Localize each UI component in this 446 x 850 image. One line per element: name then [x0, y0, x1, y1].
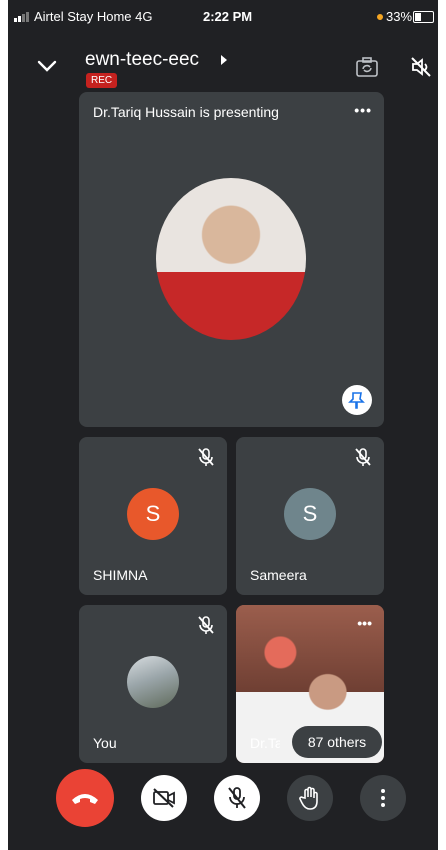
more-options-button[interactable]: [360, 775, 406, 821]
speaker-off-icon[interactable]: [409, 55, 433, 79]
presenter-avatar: [156, 178, 306, 340]
participant-tile[interactable]: S SHIMNA: [79, 437, 227, 595]
participant-name: Sameera: [250, 567, 307, 583]
battery-percent: 33%: [386, 9, 413, 24]
participant-name: Dr.Tariq Hussain: [250, 735, 280, 751]
low-power-indicator: [377, 14, 383, 20]
more-options-icon[interactable]: •••: [357, 615, 372, 631]
pin-icon: [348, 392, 365, 409]
mic-off-icon: [198, 616, 214, 634]
participant-name: SHIMNA: [93, 567, 148, 583]
camera-off-icon: [153, 788, 175, 808]
end-call-icon: [72, 794, 98, 804]
recording-badge: REC: [86, 73, 118, 88]
avatar: S: [284, 488, 336, 540]
pin-button[interactable]: [342, 385, 372, 415]
carrier-name: Airtel Stay Home 4G: [34, 9, 153, 24]
mic-off-icon: [355, 448, 371, 466]
self-tile[interactable]: You: [79, 605, 227, 763]
meet-screen: Airtel Stay Home 4G 2:22 PM 33% ewn-teec…: [8, 0, 438, 850]
status-bar: Airtel Stay Home 4G 2:22 PM 33%: [8, 0, 438, 34]
mic-off-icon: [198, 448, 214, 466]
battery-icon: [413, 11, 434, 23]
others-chip[interactable]: 87 others: [292, 726, 382, 758]
meeting-title[interactable]: ewn-teec-eec: [85, 49, 199, 71]
camera-toggle-button[interactable]: [141, 775, 187, 821]
participant-name: You: [93, 735, 117, 751]
signal-icon: [14, 12, 29, 22]
presenting-label: Dr.Tariq Hussain is presenting: [93, 104, 279, 120]
presenter-tile[interactable]: Dr.Tariq Hussain is presenting •••: [79, 92, 384, 427]
chevron-down-icon[interactable]: [36, 58, 58, 74]
more-vert-icon: [381, 789, 385, 807]
more-options-icon[interactable]: •••: [354, 102, 372, 118]
mic-off-icon: [228, 787, 246, 809]
play-arrow-icon[interactable]: [221, 55, 227, 65]
participant-tile[interactable]: S Sameera: [236, 437, 384, 595]
raise-hand-button[interactable]: [287, 775, 333, 821]
camera-switch-icon[interactable]: [355, 55, 379, 79]
avatar: [127, 656, 179, 708]
mic-toggle-button[interactable]: [214, 775, 260, 821]
end-call-button[interactable]: [56, 769, 114, 827]
clock: 2:22 PM: [203, 9, 253, 24]
avatar: S: [127, 488, 179, 540]
raise-hand-icon: [299, 786, 318, 810]
